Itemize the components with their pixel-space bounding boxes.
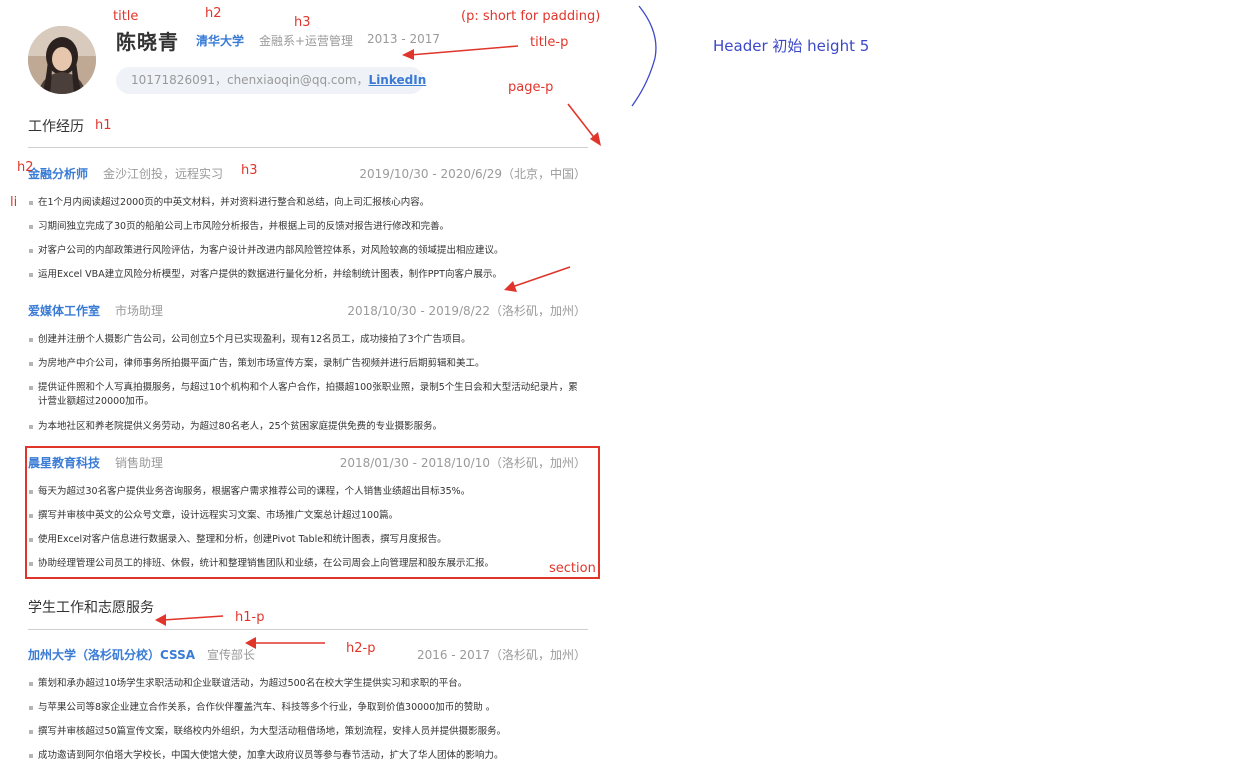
annotation-li: li (10, 195, 18, 210)
annotation-header-height: Header 初始 height 5 (713, 37, 870, 55)
contact-info: 10171826091，chenxiaoqin@qq.com，LinkedIn (116, 67, 427, 94)
list-item: 与苹果公司等8家企业建立合作关系，合作伙伴覆盖汽车、科技等多个行业，争取到价值3… (29, 701, 583, 715)
annotation-h2: h2 (205, 6, 222, 21)
annotation-padding-note: (p: short for padding) (461, 9, 601, 24)
list-item: 习期间独立完成了30页的船舶公司上市风险分析报告，并根据上司的反馈对报告进行修改… (29, 220, 583, 234)
section-title-volunteer: 学生工作和志愿服务 (28, 600, 154, 616)
job-heading: 加州大学（洛杉矶分校）CSSA 宣传部长 2016 - 2017（洛杉矶，加州） (28, 646, 588, 664)
annotation-title-p: title-p (530, 35, 569, 50)
annotation-h3-job: h3 (241, 163, 258, 178)
major: 金融系+运营管理 (259, 34, 354, 48)
job-org: 爱媒体工作室 (28, 304, 101, 318)
job-date: 2018/10/30 - 2019/8/22（洛杉矶，加州） (347, 304, 586, 318)
job-role: 市场助理 (115, 304, 164, 318)
linkedin-link[interactable]: LinkedIn (369, 73, 427, 87)
annotation-page-p: page-p (508, 80, 554, 95)
list-item: 撰写并审核超过50篇宣传文案，联络校内外组织，为大型活动租借场地，策划流程，安排… (29, 725, 583, 739)
list-item: 在1个月内阅读超过2000页的中英文材料，并对资料进行整合和总结，向上司汇报核心… (29, 196, 583, 210)
section-divider (28, 147, 588, 148)
section-title-work: 工作经历 (28, 119, 84, 135)
contact-text: 10171826091，chenxiaoqin@qq.com， (131, 73, 369, 87)
list-item: 策划和承办超过10场学生求职活动和企业联谊活动，为超过500名在校大学生提供实习… (29, 677, 583, 691)
list-item: 成功邀请到阿尔伯塔大学校长，中国大使馆大使，加拿大政府议员等参与春节活动，扩大了… (29, 749, 583, 763)
job-role: 金沙江创投，远程实习 (103, 167, 224, 181)
list-item: 对客户公司的内部政策进行风险评估，为客户设计并改进内部风险管控体系，对风险较高的… (29, 244, 583, 258)
school-years: 2013 - 2017 (367, 32, 441, 46)
annotation-h2-p: h2-p (346, 641, 376, 656)
list-item: 创建并注册个人摄影广告公司，公司创立5个月已实现盈利，现有12名员工，成功接拍了… (29, 333, 583, 347)
annotation-h3: h3 (294, 15, 311, 30)
annotation-h1-p: h1-p (235, 610, 265, 625)
job-date: 2016 - 2017（洛杉矶，加州） (416, 648, 586, 662)
annotation-title: title (113, 9, 139, 24)
avatar (28, 26, 96, 94)
candidate-name: 陈晓青 (116, 30, 179, 54)
job-org: 加州大学（洛杉矶分校）CSSA (28, 648, 196, 662)
list-item: 为本地社区和养老院提供义务劳动，为超过80名老人，25个贫困家庭提供免费的专业摄… (29, 420, 583, 434)
section-divider (28, 629, 588, 630)
job-heading: 爱媒体工作室 市场助理 2018/10/30 - 2019/8/22（洛杉矶，加… (28, 302, 588, 320)
list-item: 运用Excel VBA建立风险分析模型，对客户提供的数据进行量化分析，并绘制统计… (29, 268, 583, 282)
annotation-h1: h1 (95, 118, 112, 133)
annotation-h2-job: h2 (17, 160, 34, 175)
list-item: 为房地产中介公司，律师事务所拍摄平面广告，策划市场宣传方案，录制广告视频并进行后… (29, 357, 583, 371)
job-org: 金融分析师 (28, 167, 89, 181)
list-item: 提供证件照和个人写真拍摄服务，与超过10个机构和个人客户合作，拍摄超100张职业… (29, 381, 583, 409)
header-brace (631, 5, 657, 107)
job-heading: 金融分析师 金沙江创投，远程实习 2019/10/30 - 2020/6/29（… (28, 165, 588, 183)
job-role: 宣传部长 (207, 648, 256, 662)
job-date: 2019/10/30 - 2020/6/29（北京，中国） (359, 167, 586, 181)
section-highlight-box (25, 446, 600, 579)
school-name: 清华大学 (196, 34, 245, 48)
avatar-photo (28, 26, 96, 94)
